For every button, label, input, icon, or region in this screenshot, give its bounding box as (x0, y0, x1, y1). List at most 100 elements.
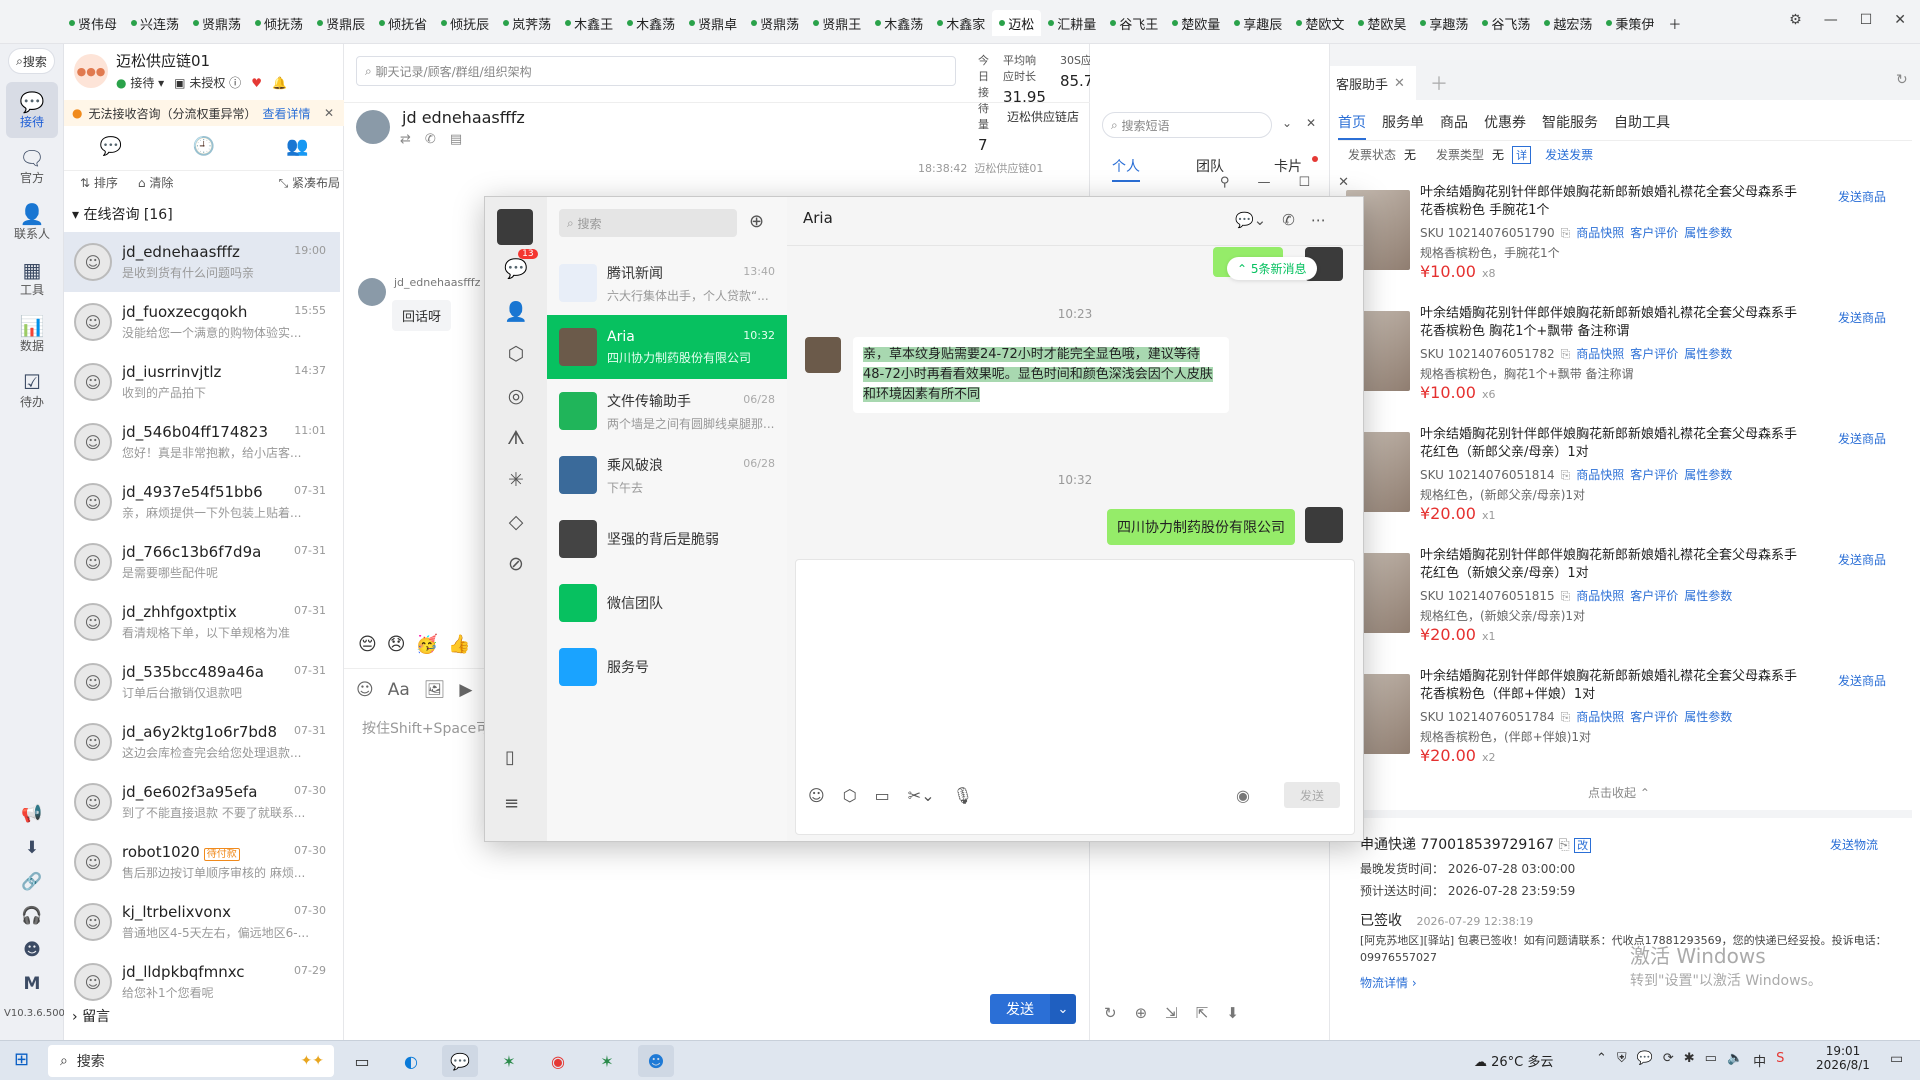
store-tab[interactable]: 谷飞荡 (1475, 10, 1537, 36)
product-link[interactable]: 商品快照 (1576, 347, 1624, 361)
product-link[interactable]: 属性参数 (1684, 347, 1732, 361)
copy-icon[interactable]: ⎘ (1561, 347, 1571, 361)
assistant-tab[interactable]: 客服助手 ✕ (1330, 66, 1416, 100)
store-tab[interactable]: 木鑫王 (558, 10, 620, 36)
ime-indicator[interactable]: 中 (1753, 1051, 1766, 1070)
favorites-icon[interactable]: ⬡ (843, 786, 857, 805)
moments-icon[interactable]: ◎ (508, 385, 525, 407)
transfer-icon[interactable]: ⇄ (400, 132, 411, 147)
copy-icon[interactable]: ⎘ (1561, 226, 1571, 240)
emoji-icon[interactable]: ☺ (808, 786, 825, 805)
wechat-app-icon[interactable]: 💬 (442, 1045, 478, 1077)
copy-icon[interactable]: ⎘ (1559, 837, 1570, 853)
product-title[interactable]: 叶余结婚胸花别针伴郎伴娘胸花新郎新娘婚礼襟花全套父母森系手花香槟粉色 胸花1个+… (1420, 305, 1800, 341)
send-logistics-link[interactable]: 发送物流 (1830, 836, 1878, 853)
store-tab[interactable]: 秉策伊 (1599, 10, 1661, 36)
send-product-link[interactable]: 发送商品 (1838, 551, 1886, 568)
conversation-item[interactable]: ☺ jd_4937e54f51bb6 亲，麻烦提供一下外包装上贴着... 07-31 (64, 472, 340, 532)
store-tab[interactable]: 汇耕量 (1041, 10, 1103, 36)
product-link[interactable]: 商品快照 (1576, 589, 1624, 603)
minimize-icon[interactable]: — (1824, 12, 1838, 28)
online-group-header[interactable]: ▾ 在线咨询 [16] (72, 204, 173, 224)
clear-button[interactable]: ⌂ 清除 (138, 174, 173, 191)
download-icon[interactable]: ⬇ (1226, 1004, 1239, 1022)
group-icon[interactable]: 👥 (286, 136, 308, 157)
edge-icon[interactable]: ◐ (393, 1045, 429, 1077)
more-icon[interactable]: ⋯ (1311, 211, 1326, 229)
video-icon[interactable]: ▶ (459, 680, 472, 700)
wechat-chat-item[interactable]: 乘风破浪 下午去 06/28 (547, 443, 787, 507)
store-tab[interactable]: 越宏荡 (1537, 10, 1599, 36)
send-invoice-link[interactable]: 发送发票 (1545, 146, 1593, 164)
sync-icon[interactable]: ⟳ (1663, 1051, 1674, 1070)
wechat-chat-item[interactable]: Aria 四川协力制药股份有限公司 10:32 (547, 315, 787, 379)
close-icon[interactable]: ✕ (1338, 175, 1349, 190)
assistant-nav-item[interactable]: 首页 (1338, 112, 1366, 140)
store-tab[interactable]: 岚荠荡 (496, 10, 558, 36)
notification-icon[interactable]: ▭ (1890, 1051, 1903, 1067)
maximize-icon[interactable]: ☐ (1298, 175, 1310, 190)
product-link[interactable]: 属性参数 (1684, 468, 1732, 482)
collapse-link[interactable]: 点击收起 ⌃ (1588, 784, 1650, 801)
conversation-item[interactable]: ☺ jd_535bcc489a46a 订单后台撤销仅退款吧 07-31 (64, 652, 340, 712)
product-link[interactable]: 商品快照 (1576, 226, 1624, 240)
send-product-link[interactable]: 发送商品 (1838, 430, 1886, 447)
store-tab[interactable]: 贤鼎卓 (682, 10, 744, 36)
rail-tools[interactable]: ▦ 工具 (0, 250, 64, 306)
close-icon[interactable]: ✕ (1894, 12, 1906, 28)
contacts-icon[interactable]: 👤 (504, 300, 528, 323)
store-tab[interactable]: 楚欧昊 (1351, 10, 1413, 36)
assistant-nav-item[interactable]: 自助工具 (1614, 112, 1670, 140)
leave-message-group[interactable]: › 留言 (72, 1006, 110, 1026)
assistant-nav-item[interactable]: 商品 (1440, 112, 1468, 140)
conversation-item[interactable]: ☺ kj_ltrbelixvonx 普通地区4-5天左右，偏远地区6-... 07-3… (64, 892, 340, 952)
headset-icon[interactable]: 🎧 (21, 906, 42, 926)
link-icon[interactable]: 🔗 (21, 872, 42, 892)
store-tab[interactable]: 迈松 (992, 10, 1042, 36)
link-icon[interactable]: ⊘ (508, 553, 524, 575)
send-button[interactable]: 发送 (990, 994, 1050, 1024)
compact-layout-button[interactable]: ⤡ 紧凑布局 (279, 174, 340, 191)
product-link[interactable]: 客户评价 (1630, 589, 1678, 603)
emoji-icon[interactable]: 🥳 (416, 634, 438, 655)
image-icon[interactable]: 🖼 (424, 680, 446, 700)
chat-bubble-icon[interactable]: 💬 (99, 136, 121, 157)
taskbar-search[interactable]: ⌕ 搜索 ✦✦ (48, 1045, 334, 1077)
product-link[interactable]: 客户评价 (1630, 226, 1678, 240)
expand-icon[interactable]: ⌄ (1282, 116, 1292, 130)
conversation-item[interactable]: ☺ jd_lldpkbqfmnxc 给您补1个您看呢 07-29 (64, 952, 340, 1012)
note-icon[interactable]: ▤ (450, 132, 462, 147)
tray-expand-icon[interactable]: ⌃ (1596, 1051, 1607, 1070)
conversation-item[interactable]: ☺ jd_iusrrinvjtlz 收到的产品拍下 14:37 (64, 352, 340, 412)
bluetooth-icon[interactable]: ✱ (1684, 1051, 1695, 1070)
wechat-search-input[interactable]: ⌕ 搜索 (559, 209, 737, 237)
product-title[interactable]: 叶余结婚胸花别针伴郎伴娘胸花新郎新娘婚礼襟花全套父母森系手花香槟粉色 手腕花1个 (1420, 184, 1800, 220)
menu-icon[interactable]: ≡ (504, 793, 519, 814)
store-tab[interactable]: 兴连荡 (124, 10, 186, 36)
status-toggle[interactable]: ● 接待 ▾ (116, 74, 164, 91)
wechat-chat-item[interactable]: 坚强的背后是脆弱 (547, 507, 787, 571)
store-tab[interactable]: 贤鼎荡 (744, 10, 806, 36)
phrase-search-input[interactable]: ⌕ 搜索短语 (1102, 112, 1272, 138)
store-tab[interactable]: 楚欧量 (1165, 10, 1227, 36)
add-tab-icon[interactable]: ＋ (1430, 70, 1448, 96)
refresh-icon[interactable]: ↻ (1104, 1004, 1117, 1022)
phone-icon[interactable]: ▯ (505, 747, 515, 768)
pin-icon[interactable]: ⚲ (1220, 175, 1230, 190)
store-tab[interactable]: 贤伟母 (62, 10, 124, 36)
bell-icon[interactable]: 🔔 (272, 76, 287, 90)
sort-button[interactable]: ⇅ 排序 (80, 174, 118, 191)
conversation-item[interactable]: ☺ jd_6e602f3a95efa 到了不能直接退款 不要了就联系... 07-30 (64, 772, 340, 832)
send-product-link[interactable]: 发送商品 (1838, 672, 1886, 689)
rail-official[interactable]: 🗨 官方 (0, 138, 64, 194)
send-product-link[interactable]: 发送商品 (1838, 309, 1886, 326)
wechat-chat-item[interactable]: 微信团队 (547, 571, 787, 635)
store-tab[interactable]: 倾抚辰 (434, 10, 496, 36)
product-title[interactable]: 叶余结婚胸花别针伴郎伴娘胸花新郎新娘婚礼襟花全套父母森系手花红色（新郎父亲/母亲… (1420, 426, 1800, 462)
rail-todo[interactable]: ☑ 待办 (0, 362, 64, 418)
mic-icon[interactable]: 🎙 (953, 786, 973, 805)
send-product-link[interactable]: 发送商品 (1838, 188, 1886, 205)
store-tab[interactable]: 木鑫家 (930, 10, 992, 36)
speaker-icon[interactable]: 📢 (21, 804, 42, 824)
download-icon[interactable]: ⬇ (25, 838, 39, 858)
